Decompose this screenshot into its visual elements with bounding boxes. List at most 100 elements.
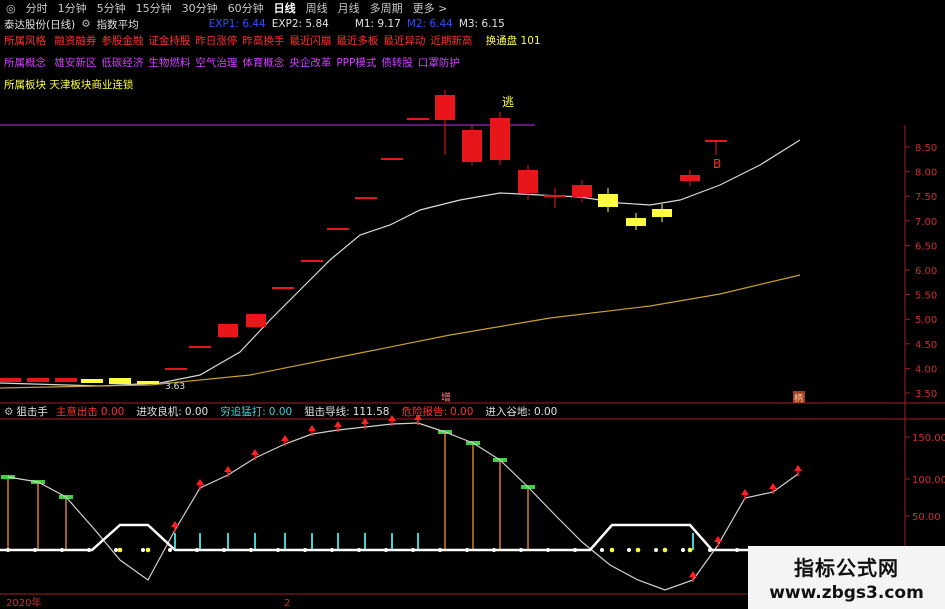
- baseline-dot: [303, 548, 307, 552]
- candlestick: [518, 170, 538, 193]
- sub-axis-label: 100.00: [912, 475, 945, 486]
- baseline-dot: [546, 548, 550, 552]
- price-axis-label: 5.50: [915, 291, 937, 302]
- sub-item-label: 穷追猛打:: [220, 406, 266, 418]
- baseline-dot: [438, 548, 442, 552]
- candlestick: [705, 140, 727, 142]
- candlestick: [272, 287, 294, 289]
- baseline-dot: [249, 548, 253, 552]
- baseline-dot: [600, 548, 604, 552]
- price-axis-label: 3.50: [915, 389, 937, 400]
- price-note: 3.63: [165, 382, 185, 392]
- bottom-tag: 柄: [794, 392, 803, 404]
- sub-item-label: 主意出击: [55, 406, 98, 418]
- sub-item-label: 进攻良机:: [136, 406, 182, 418]
- price-axis-label: 6.00: [915, 266, 937, 277]
- sub-axis-label: 50.00: [912, 512, 941, 523]
- candlestick: [407, 118, 429, 120]
- sub-indicator-header: ⚙ 狙击手 主意出击 0.00 进攻良机: 0.00 穷追猛打: 0.00 狙击导线: 111…: [0, 404, 572, 419]
- candlestick: [189, 346, 211, 348]
- sub-axis-label: 150.00: [912, 433, 945, 444]
- price-axis-label: 6.50: [915, 241, 937, 252]
- baseline-dot: [141, 548, 145, 552]
- gear-icon[interactable]: ⚙: [4, 406, 13, 418]
- red-arrow: [224, 466, 232, 472]
- price-axis-label: 8.50: [915, 143, 937, 154]
- red-arrow: [334, 421, 342, 427]
- sniper-trend-line: [7, 422, 799, 591]
- yellow-dot: [117, 547, 123, 553]
- red-arrow: [741, 489, 749, 495]
- candlestick: [435, 95, 455, 120]
- baseline-dot: [114, 548, 118, 552]
- baseline-dot: [195, 548, 199, 552]
- sub-item-value: 0.00: [533, 406, 558, 418]
- baseline-dot: [627, 548, 631, 552]
- sniper-baseline-white: [0, 523, 748, 552]
- month-label: 2: [284, 598, 290, 609]
- zeng-label: 增: [441, 391, 451, 404]
- sub-item-label: 狙击导线:: [304, 406, 350, 418]
- baseline-dot: [708, 548, 712, 552]
- price-axis-label: 8.00: [915, 168, 937, 179]
- candlestick: [81, 379, 103, 383]
- year-label: 2020年: [6, 596, 41, 609]
- candlestick: [355, 197, 377, 199]
- yellow-dot: [145, 547, 151, 553]
- sub-item-label: 危险报告:: [401, 406, 448, 418]
- yellow-dot: [687, 547, 693, 553]
- price-axis-label: 7.50: [915, 192, 937, 203]
- red-arrow: [251, 449, 259, 455]
- baseline-dot: [168, 548, 172, 552]
- escape-signal: 逃: [502, 95, 514, 109]
- candlestick: [598, 194, 618, 207]
- ma-gold-line: [0, 274, 801, 389]
- baseline-dot: [411, 548, 415, 552]
- candlestick: [652, 209, 672, 217]
- candlestick: [165, 368, 187, 370]
- sub-item-value: 0.00: [450, 406, 474, 418]
- yellow-dot: [609, 547, 615, 553]
- baseline-dot: [735, 548, 739, 552]
- candlestick: [109, 378, 131, 384]
- watermark-url: www.zbgs3.com: [769, 583, 924, 603]
- sub-indicator-name[interactable]: 狙击手: [16, 404, 48, 419]
- baseline-dot: [654, 548, 658, 552]
- red-arrow: [308, 425, 316, 431]
- price-axis-label: 7.00: [915, 217, 937, 228]
- candlestick: [55, 378, 77, 382]
- baseline-dot: [465, 548, 469, 552]
- baseline-dot: [87, 548, 91, 552]
- buy-signal: B: [713, 157, 721, 171]
- chart-canvas: 8.50 8.00 7.50 7.00 6.50 6.00 5.50 5.00 4.50 4.00…: [0, 90, 945, 609]
- sub-item-value: 0.00: [268, 406, 293, 418]
- baseline-dot: [6, 548, 10, 552]
- baseline-dot: [681, 548, 685, 552]
- yellow-dot: [635, 547, 641, 553]
- candlestick: [0, 378, 21, 382]
- red-arrow: [794, 465, 802, 471]
- baseline-dot: [330, 548, 334, 552]
- watermark-title: 指标公式网: [794, 556, 899, 580]
- baseline-dot: [357, 548, 361, 552]
- candlestick: [301, 260, 323, 262]
- candlestick: [680, 175, 700, 181]
- red-arrow: [281, 435, 289, 441]
- candlestick: [572, 185, 592, 197]
- candlestick: [218, 324, 238, 337]
- candlestick: [626, 218, 646, 226]
- baseline-dot: [519, 548, 523, 552]
- baseline-dot: [573, 548, 577, 552]
- candlestick: [490, 118, 510, 160]
- candlestick: [381, 158, 403, 160]
- sub-item-value: 0.00: [100, 406, 125, 418]
- yellow-dot: [662, 547, 668, 553]
- candlestick: [246, 314, 266, 327]
- red-arrow: [689, 571, 697, 577]
- candlestick: [327, 228, 349, 230]
- baseline-dot: [384, 548, 388, 552]
- candlestick: [137, 381, 159, 384]
- baseline-dot: [222, 548, 226, 552]
- sub-item-value: 0.00: [184, 406, 209, 418]
- price-axis-label: 4.00: [915, 364, 937, 375]
